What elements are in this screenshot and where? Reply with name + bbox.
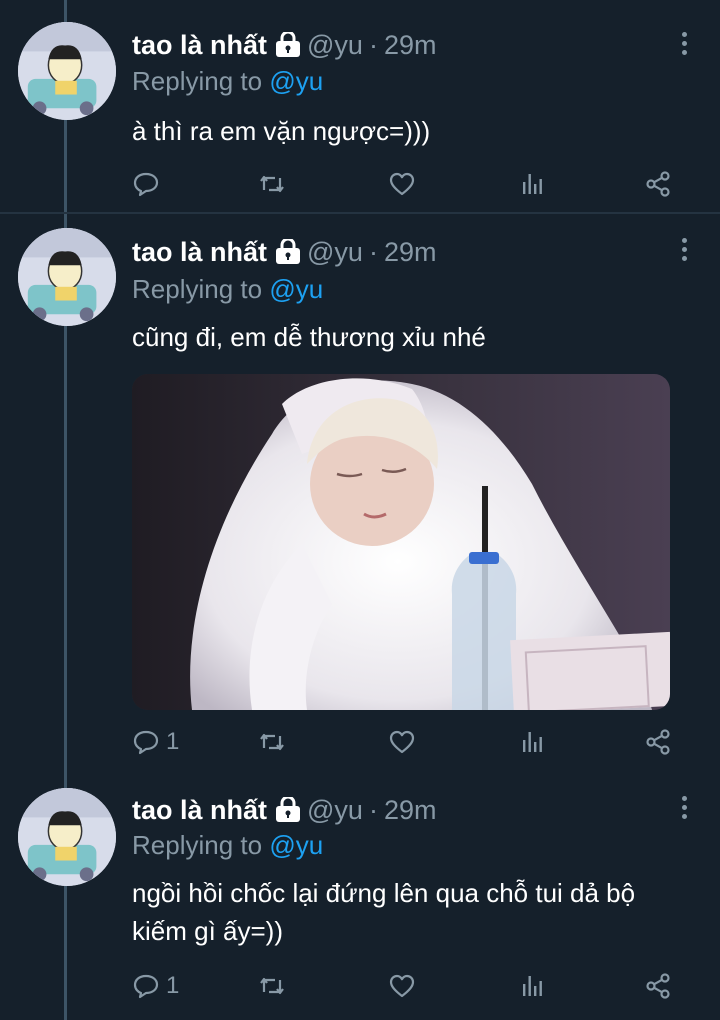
retweet-icon: [260, 733, 284, 751]
tweet-text: à thì ra em vặn ngược=))): [132, 116, 431, 146]
reply-icon: [133, 730, 159, 755]
more-vertical-icon[interactable]: [680, 238, 688, 264]
more-vertical-icon[interactable]: [680, 796, 688, 822]
share-icon: [646, 171, 670, 197]
avatar[interactable]: [18, 788, 116, 886]
tweet-header: tao là nhất @yu · 29m: [132, 792, 436, 828]
retweet-icon: [260, 175, 284, 193]
reply-button[interactable]: 1: [132, 968, 179, 1004]
replying-to-mention[interactable]: @yu: [269, 830, 323, 860]
share-button[interactable]: [644, 166, 672, 202]
reply-count: 1: [166, 728, 180, 755]
reply-icon: [133, 974, 159, 999]
replying-to: Replying to @yu: [132, 274, 323, 305]
share-icon: [646, 729, 670, 755]
analytics-icon: [523, 732, 542, 752]
reply-button[interactable]: 1: [132, 724, 179, 760]
tweet-actions: 1: [132, 724, 692, 760]
retweet-button[interactable]: [258, 166, 286, 202]
tweet-photo[interactable]: [132, 374, 670, 710]
tweet[interactable]: tao là nhất @yu · 29m Replying to @yu cũ…: [0, 214, 720, 774]
replying-to-label: Replying to: [132, 830, 263, 860]
separator-dot: ·: [368, 236, 378, 267]
analytics-button[interactable]: [518, 968, 546, 1004]
analytics-icon: [523, 976, 542, 996]
like-button[interactable]: [388, 724, 416, 760]
analytics-button[interactable]: [518, 724, 546, 760]
heart-icon: [389, 172, 415, 196]
username-handle[interactable]: @yu: [307, 237, 363, 268]
timestamp[interactable]: 29m: [384, 30, 437, 61]
tweet-header: tao là nhất @yu · 29m: [132, 27, 436, 63]
replying-to-mention[interactable]: @yu: [269, 274, 323, 304]
tweet[interactable]: tao là nhất @yu · 29m Replying to @yu à …: [0, 0, 720, 214]
tweet-text: cũng đi, em dễ thương xỉu nhé: [132, 322, 486, 352]
separator-dot: ·: [368, 29, 378, 60]
reply-button[interactable]: [132, 166, 166, 202]
replying-to-mention[interactable]: @yu: [269, 66, 323, 96]
username-handle[interactable]: @yu: [307, 30, 363, 61]
display-name[interactable]: tao là nhất: [132, 795, 267, 826]
lock-icon: [275, 237, 301, 265]
heart-icon: [389, 974, 415, 998]
like-button[interactable]: [388, 166, 416, 202]
tweet-header: tao là nhất @yu · 29m: [132, 234, 436, 270]
lock-icon: [275, 30, 301, 58]
replying-to-label: Replying to: [132, 66, 263, 96]
like-button[interactable]: [388, 968, 416, 1004]
share-icon: [646, 973, 670, 999]
lock-icon: [275, 795, 301, 823]
analytics-icon: [523, 174, 542, 194]
username-handle[interactable]: @yu: [307, 795, 363, 826]
more-vertical-icon[interactable]: [680, 32, 688, 58]
analytics-button[interactable]: [518, 166, 546, 202]
tweet-text: ngồi hồi chốc lại đứng lên qua chỗ tui d…: [132, 878, 636, 946]
separator-dot: ·: [368, 794, 378, 825]
share-button[interactable]: [644, 968, 672, 1004]
heart-icon: [389, 730, 415, 754]
replying-to: Replying to @yu: [132, 830, 323, 861]
tweet-actions: 1: [132, 968, 692, 1004]
reply-count: 1: [166, 972, 180, 999]
display-name[interactable]: tao là nhất: [132, 237, 267, 268]
timestamp[interactable]: 29m: [384, 237, 437, 268]
timestamp[interactable]: 29m: [384, 795, 437, 826]
retweet-icon: [260, 977, 284, 995]
retweet-button[interactable]: [258, 968, 286, 1004]
replying-to: Replying to @yu: [132, 66, 323, 97]
reply-icon: [133, 172, 159, 197]
replying-to-label: Replying to: [132, 274, 263, 304]
avatar[interactable]: [18, 22, 116, 120]
share-button[interactable]: [644, 724, 672, 760]
tweet-actions: [132, 166, 692, 202]
display-name[interactable]: tao là nhất: [132, 30, 267, 61]
retweet-button[interactable]: [258, 724, 286, 760]
avatar[interactable]: [18, 228, 116, 326]
tweet[interactable]: tao là nhất @yu · 29m Replying to @yu ng…: [0, 774, 720, 1020]
